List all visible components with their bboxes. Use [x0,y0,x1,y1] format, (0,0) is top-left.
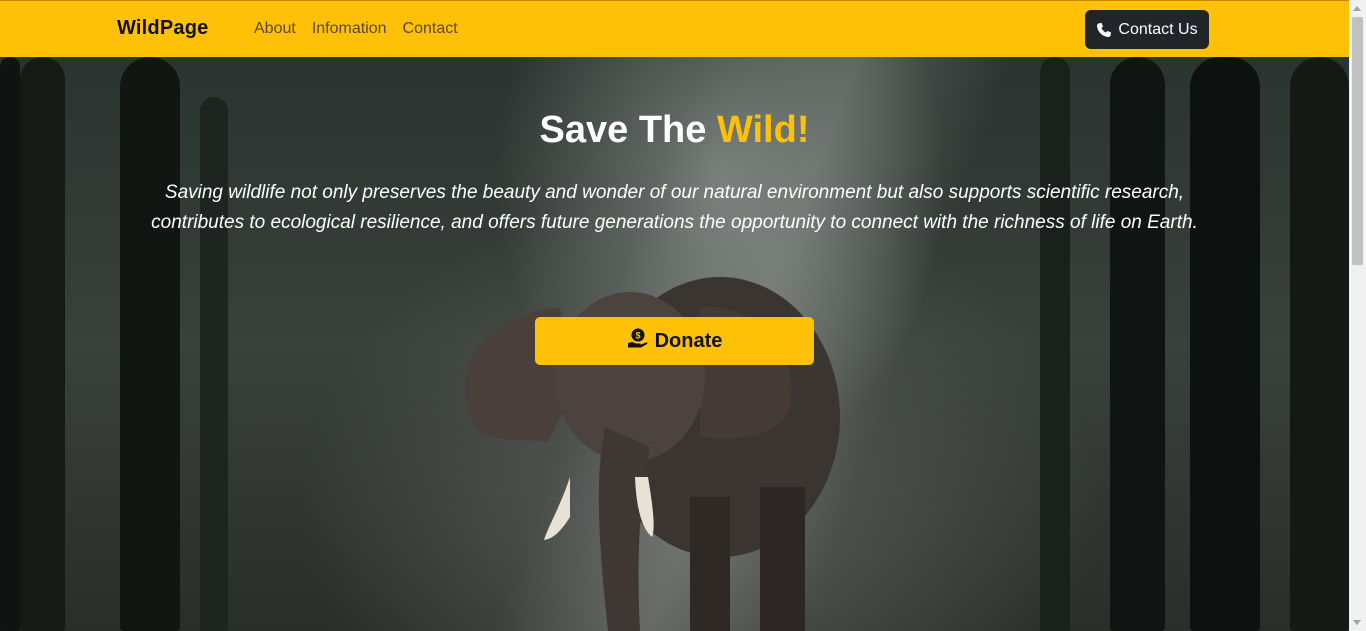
hero-section: Save The Wild! Saving wildlife not only … [0,57,1349,631]
scrollbar-thumb[interactable] [1352,17,1363,265]
nav-link-about[interactable]: About [254,20,296,38]
vertical-scrollbar[interactable] [1349,0,1366,631]
hero-title-main: Save The [539,109,717,151]
donate-label: Donate [654,329,723,352]
hand-holding-dollar-icon: $ [627,327,649,355]
scroll-up-arrow-icon[interactable] [1353,6,1361,11]
navbar: WildPage About Infomation Contact Contac… [0,0,1349,57]
brand-logo[interactable]: WildPage [117,17,208,40]
hero-title-accent: Wild! [716,109,810,151]
nav-link-contact[interactable]: Contact [403,20,458,38]
nav-link-information[interactable]: Infomation [312,20,387,38]
phone-icon [1096,22,1112,38]
contact-us-label: Contact Us [1118,20,1198,38]
svg-text:$: $ [635,331,640,341]
contact-us-button[interactable]: Contact Us [1085,10,1209,49]
page: WildPage About Infomation Contact Contac… [0,0,1349,631]
nav-links: About Infomation Contact [254,20,458,38]
hero-description: Saving wildlife not only preserves the b… [151,182,1198,233]
donate-button[interactable]: $ Donate [535,317,814,365]
hero-title: Save The Wild! [0,109,1349,152]
scroll-down-arrow-icon[interactable] [1353,620,1361,625]
